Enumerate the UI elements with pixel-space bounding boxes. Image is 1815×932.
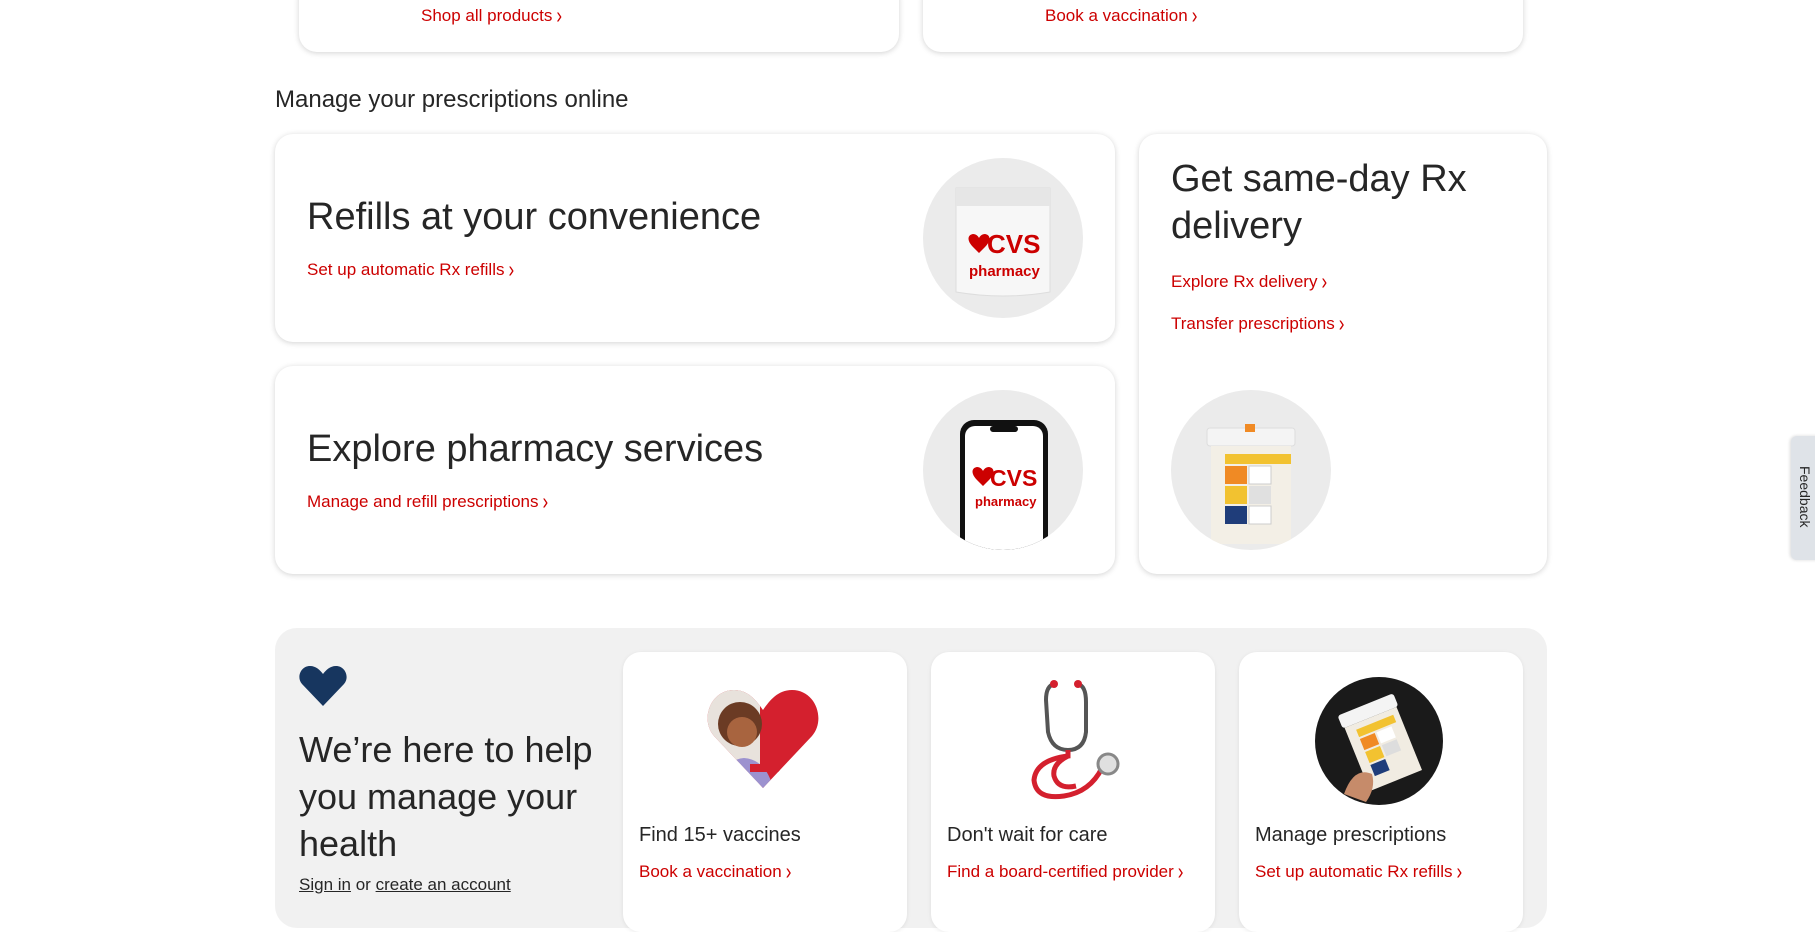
vaccines-card[interactable]: Find 15+ vaccines Book a vaccination › bbox=[623, 652, 907, 932]
heart-icon bbox=[299, 666, 347, 706]
same-day-delivery-card[interactable]: Get same-day Rx delivery Explore Rx deli… bbox=[1139, 134, 1547, 574]
signin-line: Sign in or create an account bbox=[299, 875, 511, 895]
phone-app-image: CVS pharmacy bbox=[923, 390, 1083, 550]
vaccines-card-title: Find 15+ vaccines bbox=[639, 824, 801, 846]
vaccine-icon bbox=[945, 0, 999, 4]
pill-bottle-image bbox=[1171, 390, 1331, 550]
create-account-link[interactable]: create an account bbox=[376, 875, 511, 894]
shop-all-products-link[interactable]: Shop all products › bbox=[421, 3, 562, 29]
products-icon bbox=[337, 0, 391, 4]
explore-rx-delivery-link[interactable]: Explore Rx delivery › bbox=[1171, 269, 1327, 295]
feedback-label: Feedback bbox=[1797, 466, 1813, 528]
prescriptions-card-title: Manage prescriptions bbox=[1255, 824, 1447, 846]
help-title: We’re here to help you manage your healt… bbox=[299, 729, 593, 864]
help-panel: We’re here to help you manage your healt… bbox=[275, 628, 1547, 932]
vaccination-card: Book a vaccination › bbox=[923, 0, 1523, 52]
stethoscope-image bbox=[1031, 680, 1120, 800]
delivery-heading: Get same-day Rx delivery bbox=[1171, 158, 1467, 247]
refills-heading: Refills at your convenience bbox=[307, 196, 762, 238]
feedback-tab[interactable]: Feedback bbox=[1791, 436, 1815, 560]
pharmacy-bag-image: CVS pharmacy bbox=[923, 158, 1083, 318]
manage-section-title: Manage your prescriptions online bbox=[275, 86, 629, 113]
find-provider-link[interactable]: Find a board-certified provider › bbox=[947, 859, 1183, 885]
book-vaccination-link-top[interactable]: Book a vaccination › bbox=[1045, 3, 1197, 29]
svg-text:pharmacy: pharmacy bbox=[969, 263, 1041, 280]
sign-in-link[interactable]: Sign in bbox=[299, 875, 351, 894]
svg-text:CVS: CVS bbox=[990, 465, 1037, 491]
setup-auto-refills-link[interactable]: Set up automatic Rx refills › bbox=[1255, 859, 1462, 885]
pharmacy-services-card[interactable]: Explore pharmacy services Manage and ref… bbox=[275, 366, 1115, 574]
services-heading: Explore pharmacy services bbox=[307, 428, 764, 470]
prescription-bottle-image bbox=[1315, 677, 1443, 805]
book-vaccination-link[interactable]: Book a vaccination › bbox=[639, 859, 791, 885]
vaccine-heart-image bbox=[707, 690, 819, 788]
manage-prescriptions-card[interactable]: Manage prescriptions Set up automatic Rx… bbox=[1239, 652, 1523, 932]
svg-text:pharmacy: pharmacy bbox=[975, 494, 1037, 509]
shop-card: Shop all products › bbox=[299, 0, 899, 52]
transfer-prescriptions-link[interactable]: Transfer prescriptions › bbox=[1171, 311, 1344, 337]
refills-card[interactable]: Refills at your convenience Set up autom… bbox=[275, 134, 1115, 342]
care-card[interactable]: Don't wait for care Find a board-certifi… bbox=[931, 652, 1215, 932]
manage-refill-link[interactable]: Manage and refill prescriptions › bbox=[307, 489, 548, 515]
svg-text:CVS: CVS bbox=[987, 229, 1040, 259]
auto-refills-link[interactable]: Set up automatic Rx refills › bbox=[307, 257, 514, 283]
care-card-title: Don't wait for care bbox=[947, 824, 1108, 846]
or-text: or bbox=[355, 875, 371, 894]
